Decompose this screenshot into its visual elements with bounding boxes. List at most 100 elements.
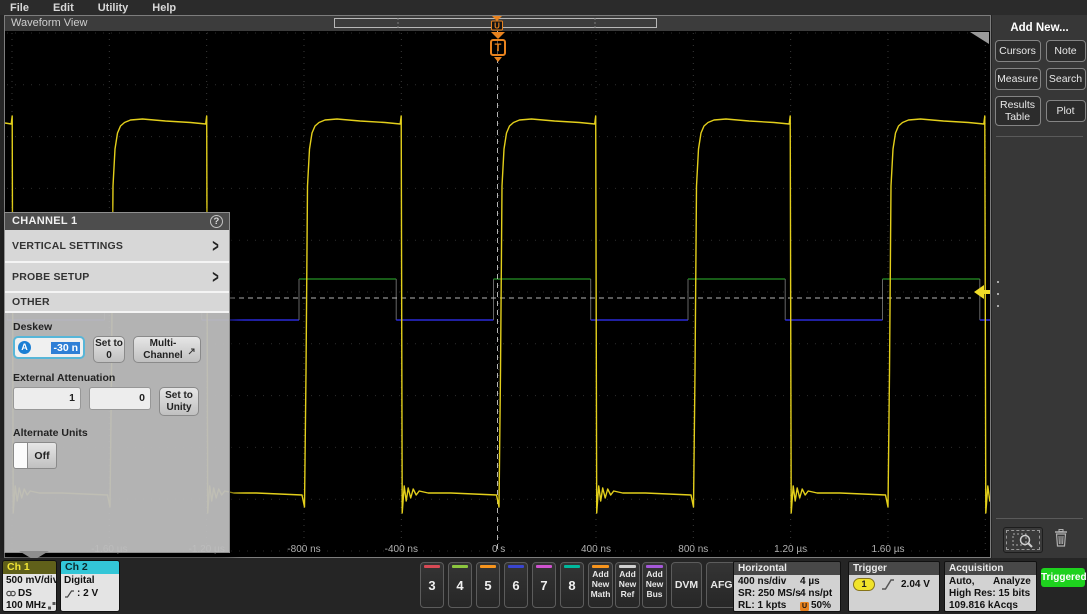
time-axis-label: 1.60 µs <box>871 544 904 555</box>
expansion-marker-letter: U <box>494 22 500 31</box>
section-other[interactable]: OTHER <box>5 293 229 313</box>
time-axis-label: 400 ns <box>581 544 611 555</box>
a-knob-badge: A <box>18 341 31 354</box>
acquisition-panel[interactable]: Acquisition Auto,Analyze High Res: 15 bi… <box>944 561 1037 612</box>
ch2-badge-title: Ch 2 <box>61 561 119 574</box>
ch1-scale: 500 mV/div <box>6 575 56 588</box>
preview-left-bracket[interactable] <box>335 19 342 28</box>
deskew-value: -30 n <box>51 342 80 354</box>
horizontal-panel[interactable]: Horizontal 400 ns/div4 µs SR: 250 MS/s4 … <box>733 561 841 612</box>
channel-button-8[interactable]: 8 <box>560 562 584 608</box>
position-percent: 50% <box>811 600 831 612</box>
menu-item-edit[interactable]: Edit <box>53 2 74 14</box>
acq-count: 109.816 kAcqs <box>949 600 1032 612</box>
resolution: 4 ns/pt <box>800 588 836 600</box>
trigger-position-arrow-icon[interactable] <box>491 32 505 39</box>
triggered-status-badge[interactable]: Triggered <box>1041 568 1085 587</box>
channel-color-stripe <box>564 565 580 568</box>
section-probe-setup[interactable]: PROBE SETUP > <box>5 263 229 293</box>
time-axis-label: 1.20 µs <box>774 544 807 555</box>
rising-edge-icon <box>881 578 895 591</box>
add-new-search-button[interactable]: Search <box>1046 68 1086 90</box>
channel-button-label: 6 <box>512 578 519 593</box>
trigger-flag-tail <box>494 57 502 62</box>
menu-item-file[interactable]: File <box>10 2 29 14</box>
position-u-icon: U <box>800 602 809 611</box>
add-new-label: Add New Ref <box>619 569 636 599</box>
expand-corner-icon <box>188 347 196 355</box>
channel-2-badge[interactable]: Ch 2 Digital : 2 V <box>60 560 120 612</box>
ch2-threshold: : 2 V <box>77 588 98 601</box>
add-new-note-button[interactable]: Note <box>1046 40 1086 62</box>
attenuation-input-2[interactable]: 0 <box>89 387 151 410</box>
section-label: OTHER <box>12 296 50 308</box>
trash-icon <box>1052 528 1070 548</box>
multi-channel-button[interactable]: Multi- Channel <box>133 336 201 363</box>
zoom-area-icon <box>1011 531 1035 549</box>
add-new-ref-button[interactable]: Add New Ref <box>615 562 640 608</box>
zoom-mode-button[interactable] <box>1003 527 1043 553</box>
add-new-bus-button[interactable]: Add New Bus <box>642 562 667 608</box>
channel-color-stripe <box>508 565 524 568</box>
channel-1-badge[interactable]: Ch 1 500 mV/div DS 100 MHz <box>2 560 57 612</box>
add-new-label: Add New Bus <box>646 569 663 599</box>
menu-item-help[interactable]: Help <box>152 2 176 14</box>
dialog-header[interactable]: CHANNEL 1 ? <box>5 213 229 230</box>
deskew-input[interactable]: A -30 n <box>13 336 85 359</box>
dvm-button[interactable]: DVM <box>671 562 702 608</box>
add-new-results-table-button[interactable]: Results Table <box>995 96 1041 126</box>
time-axis-label: 0 s <box>492 544 505 555</box>
sidebar-button-grid: CursorsNoteMeasureSearchResults TablePlo… <box>992 40 1087 126</box>
bandwidth-limit-icon <box>48 602 56 610</box>
probe-icon <box>6 589 16 598</box>
channel-button-6[interactable]: 6 <box>504 562 528 608</box>
channel-color-stripe <box>480 565 496 568</box>
trash-button[interactable] <box>1052 528 1070 553</box>
threshold-slope-icon <box>64 589 75 599</box>
ch2-type: Digital <box>64 575 119 588</box>
oscilloscope-app: FileEditUtilityHelp Waveform View U -1.6… <box>0 0 1087 614</box>
help-icon[interactable]: ? <box>210 215 223 228</box>
add-new-cursors-button[interactable]: Cursors <box>995 40 1041 62</box>
acq-resolution: High Res: 15 bits <box>949 588 1032 600</box>
menu-item-utility[interactable]: Utility <box>98 2 129 14</box>
channel-color-stripe <box>452 565 468 568</box>
bottom-bar: Ch 1 500 mV/div DS 100 MHz <box>0 558 1087 614</box>
ch1-probe: DS <box>18 588 32 601</box>
channel-button-7[interactable]: 7 <box>532 562 556 608</box>
section-vertical-settings[interactable]: VERTICAL SETTINGS > <box>5 230 229 263</box>
ch1-badge-title: Ch 1 <box>3 561 56 574</box>
panel-corner-handle[interactable] <box>970 32 989 44</box>
alternate-units-toggle[interactable]: Off <box>13 442 221 469</box>
attenuation-input-1[interactable]: 1 <box>13 387 81 410</box>
trigger-panel[interactable]: Trigger 1 2.04 V <box>848 561 940 612</box>
channel-button-label: 3 <box>428 578 435 593</box>
deskew-label: Deskew <box>13 321 221 333</box>
sample-rate: SR: 250 MS/s <box>738 588 800 600</box>
sidebar-tools <box>992 525 1087 555</box>
channel-button-4[interactable]: 4 <box>448 562 472 608</box>
acquisition-preview-bar[interactable]: U <box>5 16 990 31</box>
channel-button-5[interactable]: 5 <box>476 562 500 608</box>
alternate-units-label: Alternate Units <box>13 427 221 439</box>
trigger-position-flag[interactable]: T <box>490 39 506 56</box>
add-new-button-row: Add New Math Add New Ref Add New Bus <box>588 562 667 608</box>
multi-channel-label: Multi- Channel <box>134 338 192 361</box>
set-to-zero-button[interactable]: Set to 0 <box>93 336 125 363</box>
trigger-level-arrow-stub <box>984 290 990 294</box>
set-to-unity-button[interactable]: Set to Unity <box>159 387 199 416</box>
preview-right-bracket[interactable] <box>650 19 657 28</box>
acq-mode: Auto, <box>949 576 993 588</box>
channel-button-label: 5 <box>484 578 491 593</box>
channel-button-3[interactable]: 3 <box>420 562 444 608</box>
toggle-state: Off <box>28 442 57 469</box>
add-new-measure-button[interactable]: Measure <box>995 68 1041 90</box>
add-new-math-button[interactable]: Add New Math <box>588 562 613 608</box>
add-new-plot-button[interactable]: Plot <box>1046 100 1086 122</box>
acq-analyze: Analyze <box>993 576 1031 588</box>
trigger-level-arrow-icon[interactable] <box>974 285 984 299</box>
time-axis-label: 800 ns <box>678 544 708 555</box>
panel-resize-handle[interactable] <box>995 281 1001 307</box>
trigger-level: 2.04 V <box>901 579 930 591</box>
horizontal-title: Horizontal <box>734 562 840 575</box>
